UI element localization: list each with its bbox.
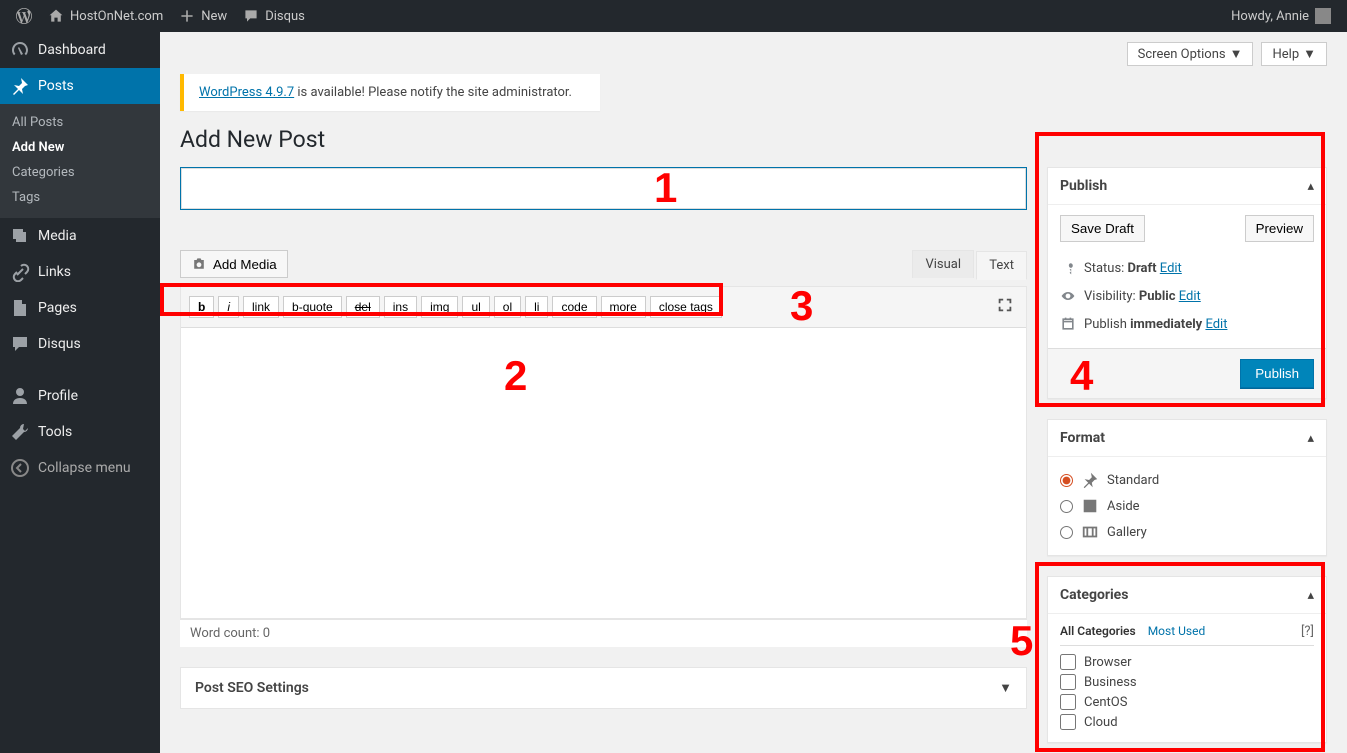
publish-box: Publish ▴ Save Draft Preview Status: Dra… xyxy=(1047,167,1327,399)
fullscreen-icon xyxy=(996,296,1014,314)
update-notice: WordPress 4.9.7 is available! Please not… xyxy=(180,74,600,111)
quicktag-ul[interactable]: ul xyxy=(462,296,489,318)
cat-tab-most-used[interactable]: Most Used xyxy=(1148,624,1206,639)
aside-icon xyxy=(1081,497,1099,515)
calendar-icon xyxy=(1060,316,1076,332)
submenu-tags[interactable]: Tags xyxy=(0,185,160,210)
publish-box-toggle[interactable]: ▴ xyxy=(1307,179,1314,194)
menu-posts[interactable]: Posts xyxy=(0,68,160,104)
menu-profile[interactable]: Profile xyxy=(0,378,160,414)
menu-media[interactable]: Media xyxy=(0,218,160,254)
categories-box-toggle[interactable]: ▴ xyxy=(1307,588,1314,603)
format-radio-gallery[interactable] xyxy=(1060,526,1073,539)
seo-toggle[interactable]: ▼ xyxy=(999,680,1012,696)
quicktag-code[interactable]: code xyxy=(552,296,596,318)
submenu-categories[interactable]: Categories xyxy=(0,160,160,185)
wrench-icon xyxy=(10,422,30,442)
new-content[interactable]: New xyxy=(171,0,235,32)
avatar-icon xyxy=(1315,8,1331,24)
menu-dashboard[interactable]: Dashboard xyxy=(0,32,160,68)
format-aside[interactable]: Aside xyxy=(1060,493,1314,519)
word-count: Word count: 0 xyxy=(180,619,1027,647)
seo-panel-title: Post SEO Settings xyxy=(195,680,309,696)
site-link[interactable]: HostOnNet.com xyxy=(40,0,171,32)
quicktag-b[interactable]: b xyxy=(189,296,214,318)
eye-icon xyxy=(1060,288,1076,304)
home-icon xyxy=(48,8,64,24)
quicktag-img[interactable]: img xyxy=(421,296,458,318)
category-cloud[interactable]: Cloud xyxy=(1060,712,1314,732)
format-box: Format ▴ StandardAsideGallery xyxy=(1047,419,1327,556)
camera-icon xyxy=(191,256,207,272)
menu-links[interactable]: Links xyxy=(0,254,160,290)
quicktag-li[interactable]: li xyxy=(525,296,548,318)
category-browser[interactable]: Browser xyxy=(1060,652,1314,672)
tab-visual[interactable]: Visual xyxy=(912,250,974,278)
categories-box: Categories ▴ All Categories Most Used [?… xyxy=(1047,576,1327,743)
account-link[interactable]: Howdy, Annie xyxy=(1223,0,1339,32)
add-media-button[interactable]: Add Media xyxy=(180,250,288,278)
submenu-add-new[interactable]: Add New xyxy=(0,135,160,160)
format-gallery[interactable]: Gallery xyxy=(1060,519,1314,545)
format-box-toggle[interactable]: ▴ xyxy=(1307,431,1314,446)
comment-icon xyxy=(243,8,259,24)
edit-schedule-link[interactable]: Edit xyxy=(1205,317,1227,332)
pin-icon xyxy=(10,76,30,96)
cat-help[interactable]: [?] xyxy=(1301,624,1314,639)
pin-icon xyxy=(1081,471,1099,489)
media-icon xyxy=(10,226,30,246)
publish-button[interactable]: Publish xyxy=(1240,359,1314,388)
submenu-all-posts[interactable]: All Posts xyxy=(0,110,160,135)
wp-logo[interactable] xyxy=(8,0,40,32)
wp-update-link[interactable]: WordPress 4.9.7 xyxy=(199,85,294,100)
quicktag-ol[interactable]: ol xyxy=(494,296,521,318)
category-checkbox-centos[interactable] xyxy=(1060,694,1076,710)
comment-icon xyxy=(10,334,30,354)
gallery-icon xyxy=(1081,523,1099,541)
quicktag-ins[interactable]: ins xyxy=(384,296,417,318)
quicktag-close-tags[interactable]: close tags xyxy=(650,296,722,318)
user-icon xyxy=(10,386,30,406)
quicktag-link[interactable]: link xyxy=(243,296,279,318)
menu-tools[interactable]: Tools xyxy=(0,414,160,450)
plus-icon xyxy=(179,8,195,24)
preview-button[interactable]: Preview xyxy=(1245,215,1314,242)
disqus-bar[interactable]: Disqus xyxy=(235,0,313,32)
key-icon xyxy=(1060,260,1076,276)
link-icon xyxy=(10,262,30,282)
format-standard[interactable]: Standard xyxy=(1060,467,1314,493)
category-centos[interactable]: CentOS xyxy=(1060,692,1314,712)
quicktag-del[interactable]: del xyxy=(346,296,380,318)
menu-pages[interactable]: Pages xyxy=(0,290,160,326)
help-button[interactable]: Help ▼ xyxy=(1261,42,1327,66)
quicktag-i[interactable]: i xyxy=(218,296,239,318)
save-draft-button[interactable]: Save Draft xyxy=(1060,215,1145,242)
category-checkbox-cloud[interactable] xyxy=(1060,714,1076,730)
category-business[interactable]: Business xyxy=(1060,672,1314,692)
category-checkbox-business[interactable] xyxy=(1060,674,1076,690)
page-icon xyxy=(10,298,30,318)
format-radio-aside[interactable] xyxy=(1060,500,1073,513)
tab-text[interactable]: Text xyxy=(976,251,1027,280)
collapse-menu[interactable]: Collapse menu xyxy=(0,450,160,486)
post-title-input[interactable] xyxy=(181,168,1026,209)
format-radio-standard[interactable] xyxy=(1060,474,1073,487)
menu-disqus[interactable]: Disqus xyxy=(0,326,160,362)
quicktag-more[interactable]: more xyxy=(601,296,646,318)
edit-status-link[interactable]: Edit xyxy=(1160,261,1182,276)
site-name: HostOnNet.com xyxy=(70,9,163,24)
category-checkbox-browser[interactable] xyxy=(1060,654,1076,670)
collapse-icon xyxy=(10,458,30,478)
editor-textarea[interactable] xyxy=(181,328,1026,618)
dashboard-icon xyxy=(10,40,30,60)
edit-visibility-link[interactable]: Edit xyxy=(1179,289,1201,304)
fullscreen-button[interactable] xyxy=(992,292,1018,322)
quicktag-b-quote[interactable]: b-quote xyxy=(283,296,342,318)
page-title: Add New Post xyxy=(180,126,1327,153)
seo-panel[interactable]: Post SEO Settings ▼ xyxy=(180,667,1027,709)
cat-tab-all[interactable]: All Categories xyxy=(1060,624,1136,639)
screen-options-button[interactable]: Screen Options ▼ xyxy=(1127,42,1254,66)
